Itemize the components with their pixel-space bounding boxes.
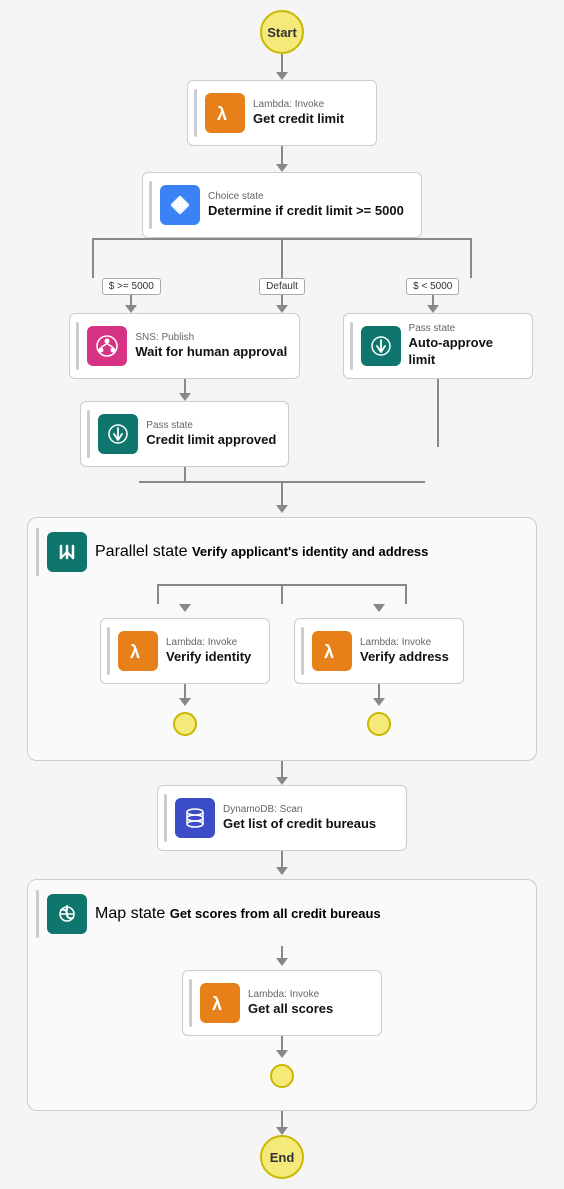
lambda-address-node[interactable]: λ Lambda: Invoke Verify address xyxy=(294,618,464,684)
node-label-main: Wait for human approval xyxy=(135,344,287,361)
node-label-main: Credit limit approved xyxy=(146,432,276,449)
node-label-top: DynamoDB: Scan xyxy=(223,804,376,816)
dynamo-icon xyxy=(175,798,215,838)
lambda-identity-icon: λ xyxy=(118,631,158,671)
node-label-main: Determine if credit limit >= 5000 xyxy=(208,203,404,220)
parallel-icon xyxy=(47,532,87,572)
map-icon xyxy=(47,894,87,934)
node-label-top: Pass state xyxy=(146,420,276,432)
svg-text:λ: λ xyxy=(217,104,227,124)
end-node: End xyxy=(260,1135,304,1179)
node-label-top: Lambda: Invoke xyxy=(166,637,251,649)
choice-state-node[interactable]: Choice state Determine if credit limit >… xyxy=(142,172,422,238)
pass-icon xyxy=(98,414,138,454)
node-label-main: Verify identity xyxy=(166,649,251,666)
parallel-label-main: Verify applicant's identity and address xyxy=(192,544,428,559)
lambda-get-credit-node[interactable]: λ Lambda: Invoke Get credit limit xyxy=(187,80,377,146)
workflow-canvas: Start λ Lambda: Invoke Get credit limit xyxy=(0,10,564,1179)
pass-auto-icon xyxy=(361,326,401,366)
lambda-scores-node[interactable]: λ Lambda: Invoke Get all scores xyxy=(182,970,382,1036)
svg-text:λ: λ xyxy=(212,994,222,1014)
parallel-end-right xyxy=(367,712,391,736)
node-label-top: SNS: Publish xyxy=(135,332,287,344)
node-label-top: Pass state xyxy=(409,323,520,335)
parallel-end-left xyxy=(173,712,197,736)
sns-icon xyxy=(87,326,127,366)
svg-text:λ: λ xyxy=(324,642,334,662)
map-container: Map state Get scores from all credit bur… xyxy=(27,879,537,1111)
node-label-main: Verify address xyxy=(360,649,449,666)
node-label-top: Lambda: Invoke xyxy=(360,637,449,649)
node-label-top: Lambda: Invoke xyxy=(253,99,344,111)
sns-wait-node[interactable]: SNS: Publish Wait for human approval xyxy=(69,313,300,379)
branch-section: $ >= 5000 Default $ < 5000 xyxy=(27,238,537,513)
node-label-main: Get list of credit bureaus xyxy=(223,816,376,833)
conn-1 xyxy=(276,54,288,80)
lambda-address-icon: λ xyxy=(312,631,352,671)
conn-2 xyxy=(276,146,288,172)
pass-auto-node[interactable]: Pass state Auto-approve limit xyxy=(343,313,533,379)
node-label-top: Lambda: Invoke xyxy=(248,989,333,1001)
node-label-main: Get credit limit xyxy=(253,111,344,128)
map-label-main: Get scores from all credit bureaus xyxy=(170,906,381,921)
pass-approved-node[interactable]: Pass state Credit limit approved xyxy=(80,401,289,467)
lambda-identity-node[interactable]: λ Lambda: Invoke Verify identity xyxy=(100,618,270,684)
map-end xyxy=(270,1064,294,1088)
branch-label-lt: $ < 5000 xyxy=(406,278,459,295)
node-label-top: Choice state xyxy=(208,191,404,203)
lambda-icon: λ xyxy=(205,93,245,133)
node-label-main: Auto-approve limit xyxy=(409,335,520,369)
start-node: Start xyxy=(260,10,304,54)
node-label-main: Get all scores xyxy=(248,1001,333,1018)
lambda-scores-icon: λ xyxy=(200,983,240,1023)
left-branch: SNS: Publish Wait for human approval xyxy=(39,313,331,481)
parallel-container: Parallel state Verify applicant's identi… xyxy=(27,517,537,761)
branch-label-gte: $ >= 5000 xyxy=(102,278,161,295)
svg-text:λ: λ xyxy=(130,642,140,662)
node-divider xyxy=(194,89,197,137)
node-divider xyxy=(149,181,152,229)
choice-icon xyxy=(160,185,200,225)
map-label-top: Map state xyxy=(95,905,165,922)
dynamo-scan-node[interactable]: DynamoDB: Scan Get list of credit bureau… xyxy=(157,785,407,851)
branch-label-default: Default xyxy=(259,278,305,295)
parallel-label-top: Parallel state xyxy=(95,543,188,560)
right-branch: Pass state Auto-approve limit xyxy=(350,313,525,447)
